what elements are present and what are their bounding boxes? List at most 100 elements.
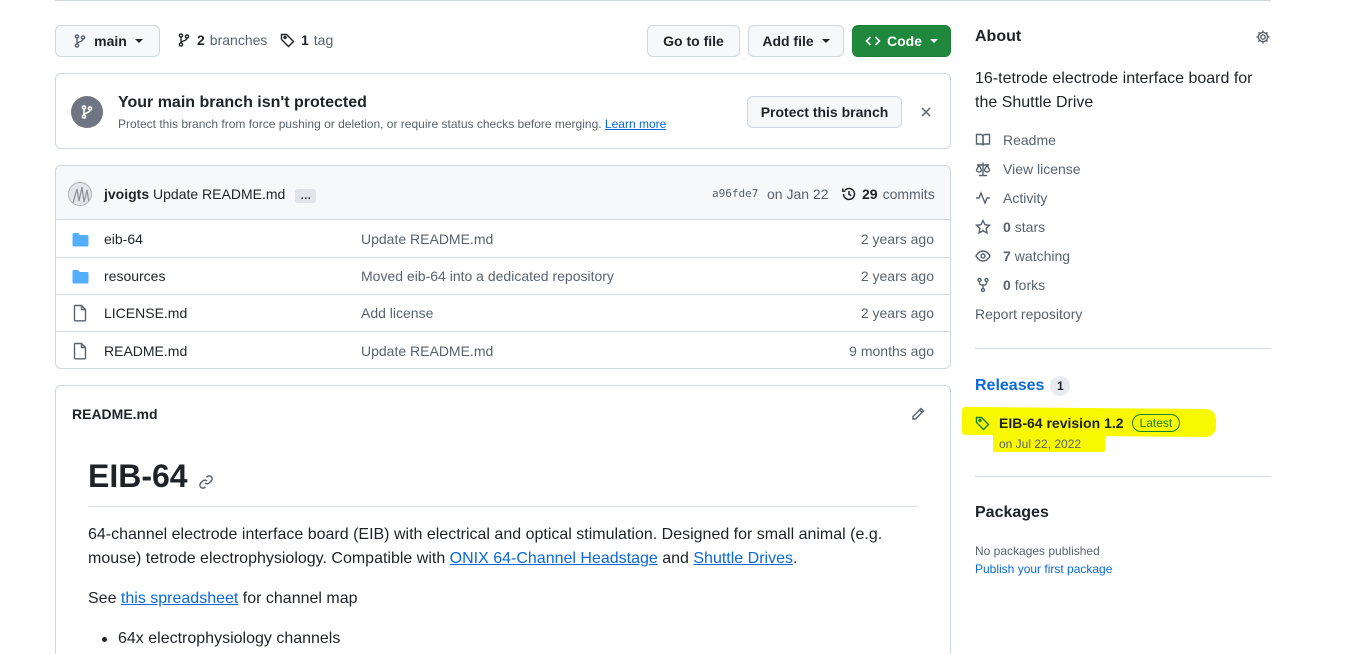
commits-count: 29 <box>862 186 878 202</box>
commit-date: on Jan 22 <box>767 186 829 202</box>
commit-sha[interactable]: a96fde7 <box>712 187 758 200</box>
link-icon[interactable] <box>198 474 214 490</box>
file-commit-message[interactable]: Update README.md <box>361 231 493 247</box>
watching-count: 7 <box>1003 248 1011 264</box>
file-name[interactable]: eib-64 <box>104 231 143 247</box>
book-icon <box>975 132 991 148</box>
license-label: View license <box>1003 161 1081 177</box>
stars-link[interactable]: 0 stars <box>975 219 1045 235</box>
report-repository-link[interactable]: Report repository <box>975 306 1082 322</box>
readme-heading-wrap: EIB-64 <box>88 458 214 495</box>
file-row[interactable]: resources Moved eib-64 into a dedicated … <box>56 258 950 295</box>
commits-label: commits <box>882 186 935 202</box>
file-row[interactable]: README.md Update README.md 9 months ago <box>56 332 950 369</box>
go-to-file-button[interactable]: Go to file <box>647 25 740 57</box>
readme-filename[interactable]: README.md <box>72 406 158 422</box>
file-row[interactable]: LICENSE.md Add license 2 years ago <box>56 295 950 332</box>
close-icon[interactable] <box>919 105 933 119</box>
spreadsheet-link[interactable]: this spreadsheet <box>121 590 238 607</box>
file-date: 2 years ago <box>860 268 934 284</box>
file-date: 9 months ago <box>849 342 934 359</box>
file-name[interactable]: LICENSE.md <box>104 305 187 321</box>
packages-title[interactable]: Packages <box>975 504 1049 522</box>
pulse-icon <box>975 190 991 206</box>
file-date: 2 years ago <box>860 231 934 247</box>
protect-branch-button[interactable]: Protect this branch <box>747 96 902 128</box>
avatar[interactable] <box>68 182 92 206</box>
pencil-icon[interactable] <box>910 406 926 422</box>
tags-count: 1 <box>301 32 309 48</box>
code-icon <box>865 33 881 49</box>
commits-link[interactable]: 29 commits <box>841 186 935 202</box>
about-description: 16-tetrode electrode interface board for… <box>975 70 1253 111</box>
branches-label: branches <box>209 32 268 48</box>
branch-name: main <box>94 33 127 49</box>
branches-link[interactable]: 2 branches <box>176 32 267 48</box>
file-row[interactable]: eib-64 Update README.md 2 years ago <box>56 221 950 258</box>
about-title: About <box>975 28 1022 45</box>
file-commit-message[interactable]: Add license <box>361 305 433 321</box>
file-icon <box>72 342 88 360</box>
chevron-down-icon <box>930 39 938 43</box>
branches-count: 2 <box>197 32 205 48</box>
history-icon <box>841 186 857 202</box>
tag-icon <box>280 32 296 48</box>
readme-bullet-1: 64x electrophysiology channels <box>118 630 341 647</box>
commit-author[interactable]: jvoigts <box>104 186 149 202</box>
readme-paragraph-1: 64-channel electrode interface board (EI… <box>88 523 918 571</box>
releases-count-badge: 1 <box>1050 376 1071 396</box>
readme-panel: README.md EIB-64 64-channel electrode in… <box>55 385 951 654</box>
branch-select-button[interactable]: main <box>55 25 160 57</box>
readme-paragraph-2: See this spreadsheet for channel map <box>88 587 358 611</box>
sidebar-divider <box>975 476 1271 477</box>
forks-count: 0 <box>1003 277 1011 293</box>
bullet <box>102 636 107 642</box>
file-name[interactable]: README.md <box>104 343 187 359</box>
latest-release[interactable]: EIB-64 revision 1.2 Latest <box>975 414 1181 432</box>
list-item: 64x electrophysiology channels <box>102 627 340 651</box>
license-link[interactable]: View license <box>975 161 1081 177</box>
learn-more-link[interactable]: Learn more <box>605 117 666 131</box>
banner-description-text: Protect this branch from force pushing o… <box>118 117 602 131</box>
forks-link[interactable]: 0 forks <box>975 277 1045 293</box>
commit-summary: jvoigts Update README.md … <box>104 186 317 203</box>
commit-expand-button[interactable]: … <box>295 189 317 203</box>
readme-para1-and: and <box>657 550 694 567</box>
file-icon <box>72 304 88 322</box>
onix-headstage-link[interactable]: ONIX 64-Channel Headstage <box>450 550 658 567</box>
latest-commit-bar: jvoigts Update README.md … a96fde7 on Ja… <box>56 166 950 220</box>
tags-link[interactable]: 1 tag <box>280 32 333 48</box>
readme-para1-end: . <box>792 550 798 567</box>
readme-label: Readme <box>1003 132 1056 148</box>
commit-message[interactable]: Update README.md <box>153 186 285 202</box>
release-date: on Jul 22, 2022 <box>999 437 1082 451</box>
tags-label: tag <box>313 32 334 48</box>
git-branch-icon <box>176 32 192 48</box>
law-icon <box>975 161 991 177</box>
code-button[interactable]: Code <box>852 25 951 57</box>
gear-icon[interactable] <box>1255 29 1271 45</box>
no-packages-text: No packages published <box>975 544 1100 558</box>
file-name[interactable]: resources <box>104 268 165 284</box>
releases-title[interactable]: Releases <box>975 377 1044 395</box>
readme-para2-pre: See <box>88 590 121 607</box>
tag-icon <box>975 415 991 431</box>
releases-header: Releases 1 <box>975 376 1071 396</box>
activity-link[interactable]: Activity <box>975 190 1047 206</box>
fork-icon <box>975 277 991 293</box>
readme-link[interactable]: Readme <box>975 132 1056 148</box>
add-file-button[interactable]: Add file <box>748 25 844 57</box>
file-date: 2 years ago <box>860 305 934 321</box>
file-commit-message[interactable]: Update README.md <box>361 343 493 359</box>
forks-label: forks <box>1014 277 1046 293</box>
code-label: Code <box>887 33 922 49</box>
publish-package-link[interactable]: Publish your first package <box>975 562 1112 576</box>
watching-link[interactable]: 7 watching <box>975 248 1070 264</box>
banner-title: Your main branch isn't protected <box>118 94 367 111</box>
top-divider <box>55 0 1271 1</box>
shuttle-drives-link[interactable]: Shuttle Drives <box>693 550 793 567</box>
chevron-down-icon <box>821 39 830 43</box>
release-name[interactable]: EIB-64 revision 1.2 <box>999 415 1124 431</box>
file-table: jvoigts Update README.md … a96fde7 on Ja… <box>55 165 951 369</box>
file-commit-message[interactable]: Moved eib-64 into a dedicated repository <box>361 268 614 284</box>
